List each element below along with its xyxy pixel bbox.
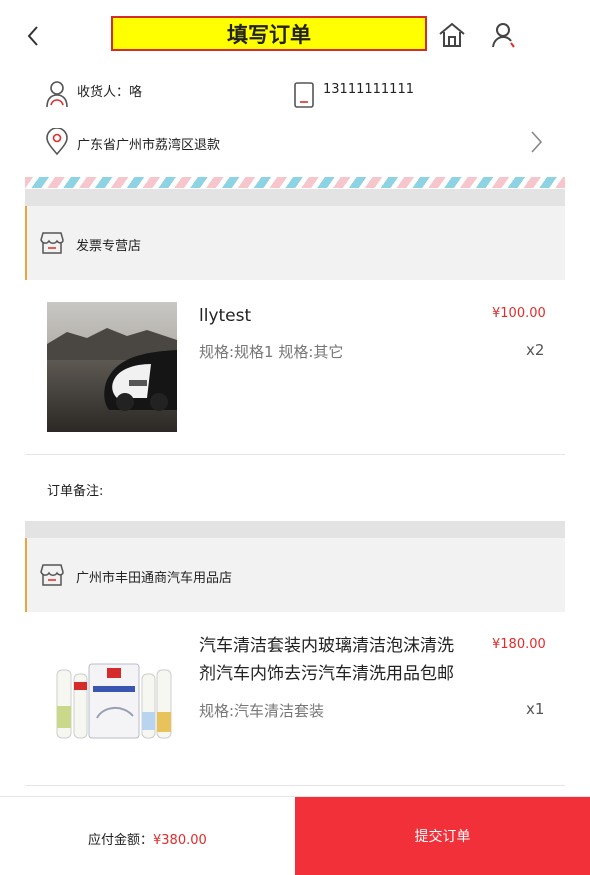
product-price: ¥100.00 (492, 306, 546, 321)
location-pin-icon (46, 128, 68, 156)
product-spec: 规格:汽车清洁套装 (199, 702, 325, 720)
back-arrow-icon[interactable] (22, 24, 46, 48)
home-icon[interactable] (437, 21, 467, 49)
submit-order-button[interactable]: 提交订单 (295, 797, 590, 875)
total-amount: 应付金额：¥380.00 (88, 829, 207, 848)
product-name[interactable]: 汽车清洁套装内玻璃清洁泡沫清洗剂汽车内饰去污汽车清洗用品包邮 (199, 632, 469, 688)
store-icon (40, 232, 64, 254)
product-quantity: x2 (526, 341, 545, 359)
receiver-phone: 13111111111 (323, 82, 414, 97)
page-title: 填写订单 (111, 16, 427, 51)
product-spec: 规格:规格1 规格:其它 (199, 343, 344, 361)
store-header: 发票专营店 (25, 206, 565, 280)
product-image[interactable] (47, 302, 177, 432)
phone-icon (294, 82, 314, 108)
store-name: 发票专营店 (76, 239, 142, 254)
product-image[interactable] (47, 634, 177, 764)
store-name: 广州市丰田通商汽车用品店 (76, 571, 233, 586)
person-icon (46, 81, 68, 108)
chevron-right-icon[interactable] (526, 128, 546, 156)
total-value: ¥380.00 (153, 833, 207, 848)
order-note-label[interactable]: 订单备注: (47, 480, 103, 499)
store-header: 广州市丰田通商汽车用品店 (25, 538, 565, 612)
product-name[interactable]: llytest (199, 302, 251, 330)
section-separator (25, 521, 565, 538)
divider (25, 785, 565, 786)
address-divider-stripe (25, 177, 565, 188)
user-icon[interactable] (491, 21, 519, 49)
store-icon (40, 564, 64, 586)
section-separator (25, 189, 565, 206)
total-label: 应付金额： (88, 833, 154, 848)
product-quantity: x1 (526, 700, 545, 718)
divider (25, 454, 565, 455)
receiver-name: 收货人：咯 (77, 85, 143, 100)
product-price: ¥180.00 (492, 637, 546, 652)
address-text[interactable]: 广东省广州市荔湾区退款 (77, 134, 220, 153)
